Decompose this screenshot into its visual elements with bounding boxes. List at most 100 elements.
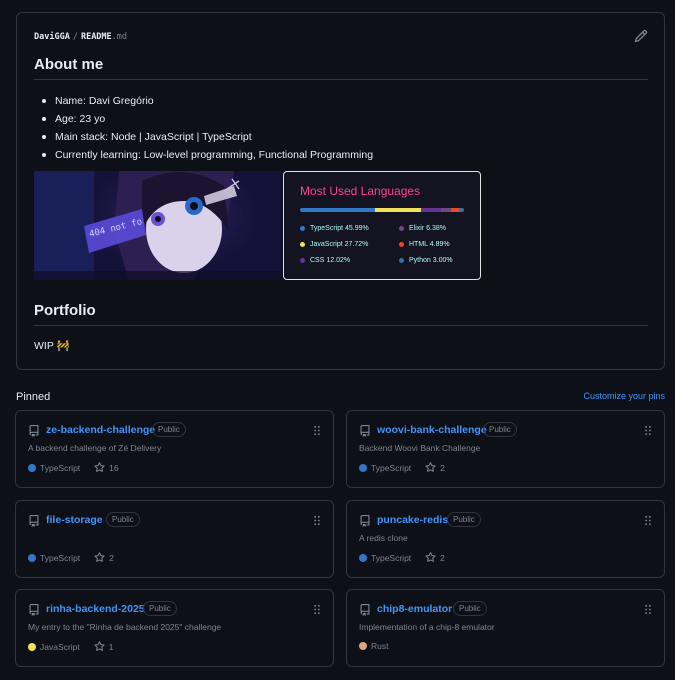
repo-description: Backend Woovi Bank Challenge: [359, 443, 481, 453]
customize-pins-link[interactable]: Customize your pins: [583, 391, 665, 401]
visibility-badge: Public: [106, 512, 140, 527]
language-color-dot: [359, 553, 367, 562]
drag-handle-icon[interactable]: [313, 425, 321, 436]
language-color-dot: [399, 226, 404, 231]
language-label: Python 3.00%: [409, 257, 453, 264]
readme-file-name: README: [80, 32, 112, 42]
language-color-dot: [300, 226, 305, 231]
language-bar-segment: [459, 208, 464, 212]
readme-file-path: DaviGGA / README.md: [34, 32, 127, 42]
drag-handle-icon[interactable]: [313, 604, 321, 615]
path-separator: /: [72, 32, 78, 42]
repo-name-link[interactable]: chip8-emulator: [377, 603, 452, 615]
language-label: HTML 4.89%: [409, 241, 450, 248]
repo-name-link[interactable]: ze-backend-challenge: [46, 424, 155, 436]
repo-stars-link[interactable]: 2: [425, 552, 445, 563]
language-bar-segment: [420, 208, 441, 212]
about-item-learning: Currently learning: Low-level programmin…: [41, 146, 373, 164]
language-color-dot: [300, 258, 305, 263]
portfolio-text: WIP 🚧: [34, 340, 70, 352]
language-color-dot: [28, 553, 36, 562]
repo-description: My entry to the "Rinha de backend 2025" …: [28, 622, 222, 632]
readme-panel: DaviGGA / README.md About me Name: Davi Gr…: [16, 12, 665, 370]
repo-stars-link[interactable]: 1: [94, 641, 114, 652]
language-label: Elixir 6.38%: [409, 225, 446, 232]
language-color-dot: [399, 258, 404, 263]
repo-meta: Rust: [359, 641, 388, 651]
repo-name-link[interactable]: rinha-backend-2025: [46, 603, 145, 615]
repo-icon: [360, 604, 370, 616]
language-label: CSS 12.02%: [310, 257, 351, 264]
repo-icon: [29, 515, 39, 527]
language-item: Elixir 6.38%: [399, 225, 446, 232]
repo-meta: TypeScript 2: [359, 552, 445, 563]
pinned-repo-card: woovi-bank-challenge Public Backend Woov…: [346, 410, 665, 488]
about-list: Name: Davi Gregório Age: 23 yo Main stac…: [41, 92, 373, 164]
repo-star-count: 2: [440, 552, 445, 563]
visibility-badge: Public: [483, 422, 517, 437]
language-color-dot: [399, 242, 404, 247]
repo-language: TypeScript: [40, 462, 81, 473]
visibility-badge: Public: [152, 422, 186, 437]
most-used-languages-card: Most Used Languages TypeScript 45.99% Ja…: [283, 171, 481, 280]
repo-star-count: 1: [108, 641, 114, 652]
pinned-repo-card: file-storage Public TypeScript 2: [15, 500, 334, 578]
pinned-repo-card: rinha-backend-2025 Public My entry to th…: [15, 589, 334, 667]
drag-handle-icon[interactable]: [313, 515, 321, 526]
star-icon: [425, 552, 436, 562]
language-bar-segment: [300, 208, 376, 212]
repo-stars-link[interactable]: 2: [94, 552, 114, 563]
repo-language: JavaScript: [40, 641, 80, 652]
repo-meta: JavaScript 1: [28, 641, 113, 652]
language-item: JavaScript 27.72%: [300, 241, 368, 248]
pencil-icon[interactable]: [634, 29, 648, 43]
star-icon: [94, 462, 105, 472]
repo-meta: TypeScript 2: [28, 552, 114, 563]
readme-owner[interactable]: DaviGGA: [34, 32, 70, 42]
repo-language: Rust: [371, 641, 389, 651]
repo-stars-link[interactable]: 2: [425, 462, 445, 473]
repo-star-count: 2: [440, 462, 445, 473]
drag-handle-icon[interactable]: [644, 425, 652, 436]
pinned-repo-card: chip8-emulator Public Implementation of …: [346, 589, 665, 667]
language-item: CSS 12.02%: [300, 257, 350, 264]
about-divider: [34, 79, 648, 80]
about-heading: About me: [34, 56, 104, 73]
repo-meta: TypeScript 16: [28, 462, 119, 473]
language-item: TypeScript 45.99%: [300, 225, 369, 232]
repo-name-link[interactable]: puncake-redis: [377, 514, 448, 526]
about-item-age: Age: 23 yo: [41, 110, 373, 128]
visibility-badge: Public: [447, 512, 481, 527]
about-item-name: Name: Davi Gregório: [41, 92, 373, 110]
repo-star-count: 2: [109, 552, 114, 563]
visibility-badge: Public: [453, 601, 487, 616]
repo-icon: [29, 425, 39, 437]
language-label: TypeScript 45.99%: [310, 225, 369, 232]
language-bar-segment: [451, 208, 460, 212]
repo-stars-link[interactable]: 16: [94, 462, 119, 473]
star-icon: [425, 462, 436, 472]
language-color-dot: [359, 642, 367, 650]
readme-file-ext: .md: [111, 32, 128, 42]
portfolio-heading: Portfolio: [34, 302, 96, 319]
language-bar-segment: [375, 208, 421, 212]
language-color-dot: [359, 463, 367, 472]
repo-icon: [29, 604, 39, 616]
star-icon: [94, 641, 105, 651]
repo-language: TypeScript: [371, 552, 412, 563]
languages-card-title: Most Used Languages: [300, 184, 421, 198]
drag-handle-icon[interactable]: [644, 604, 652, 615]
language-color-dot: [28, 642, 36, 651]
drag-handle-icon[interactable]: [644, 515, 652, 526]
language-color-dot: [300, 242, 305, 247]
star-icon: [94, 552, 105, 562]
pinned-repo-card: ze-backend-challenge Public A backend ch…: [15, 410, 334, 488]
repo-name-link[interactable]: woovi-bank-challenge: [377, 424, 487, 436]
pinned-heading: Pinned: [16, 391, 51, 403]
repo-name-link[interactable]: file-storage: [46, 514, 103, 526]
repo-icon: [360, 425, 370, 437]
repo-language: TypeScript: [40, 552, 81, 563]
languages-progress-bar: [300, 208, 464, 212]
profile-banner-image: 404 not fo: [34, 171, 281, 280]
pinned-repo-card: puncake-redis Public A redis clone TypeS…: [346, 500, 665, 578]
